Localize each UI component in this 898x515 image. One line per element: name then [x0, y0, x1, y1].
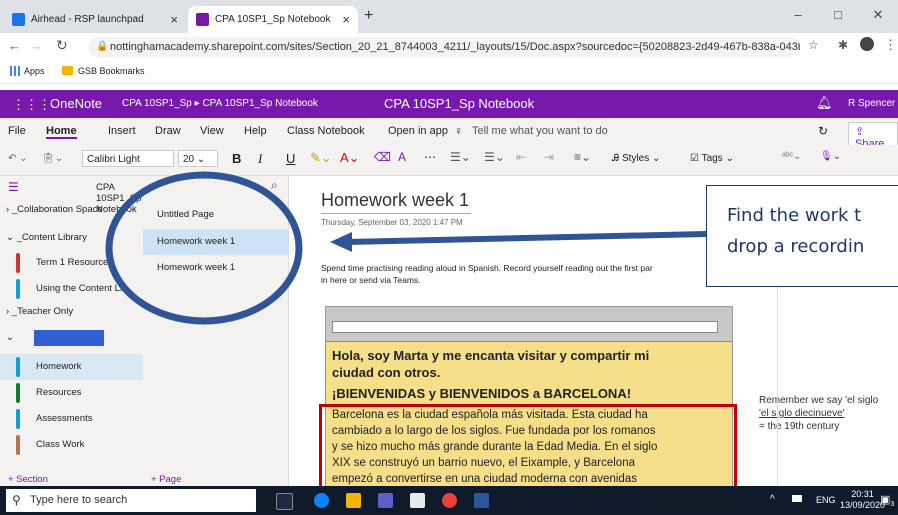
battery-icon[interactable]: [792, 495, 802, 502]
search-icon: ⚲: [12, 493, 21, 507]
teams-icon[interactable]: [378, 493, 393, 508]
chrome-icon[interactable]: [442, 493, 457, 508]
highlight-ellipse: [105, 171, 303, 325]
tray-expand-icon[interactable]: ^: [770, 494, 775, 505]
windows-taskbar: ⚲ Type here to search ^ ENG 20:31 13/09/…: [0, 486, 898, 515]
file-explorer-icon[interactable]: [346, 493, 361, 508]
word-icon[interactable]: [474, 493, 489, 508]
edge-browser-icon[interactable]: [314, 493, 329, 508]
clock[interactable]: 20:31 13/09/2020: [840, 489, 885, 511]
clock-date: 13/09/2020: [840, 500, 886, 510]
callout-line: drop a recordin: [727, 236, 865, 257]
task-view-icon[interactable]: [276, 493, 293, 510]
callout-line: Find the work t: [727, 205, 862, 226]
sims-icon[interactable]: [410, 493, 425, 508]
notification-count: 3: [890, 501, 895, 509]
instruction-callout: Find the work t drop a recordin: [706, 185, 898, 287]
search-placeholder: Type here to search: [30, 494, 128, 506]
language-indicator[interactable]: ENG: [816, 495, 836, 505]
annotation-arrow-head: [330, 232, 352, 252]
notification-icon[interactable]: ▣3: [880, 493, 894, 508]
taskbar-search[interactable]: ⚲ Type here to search: [6, 489, 256, 512]
clock-time: 20:31: [851, 489, 874, 499]
annotation-arrow-shaft: [345, 231, 707, 245]
